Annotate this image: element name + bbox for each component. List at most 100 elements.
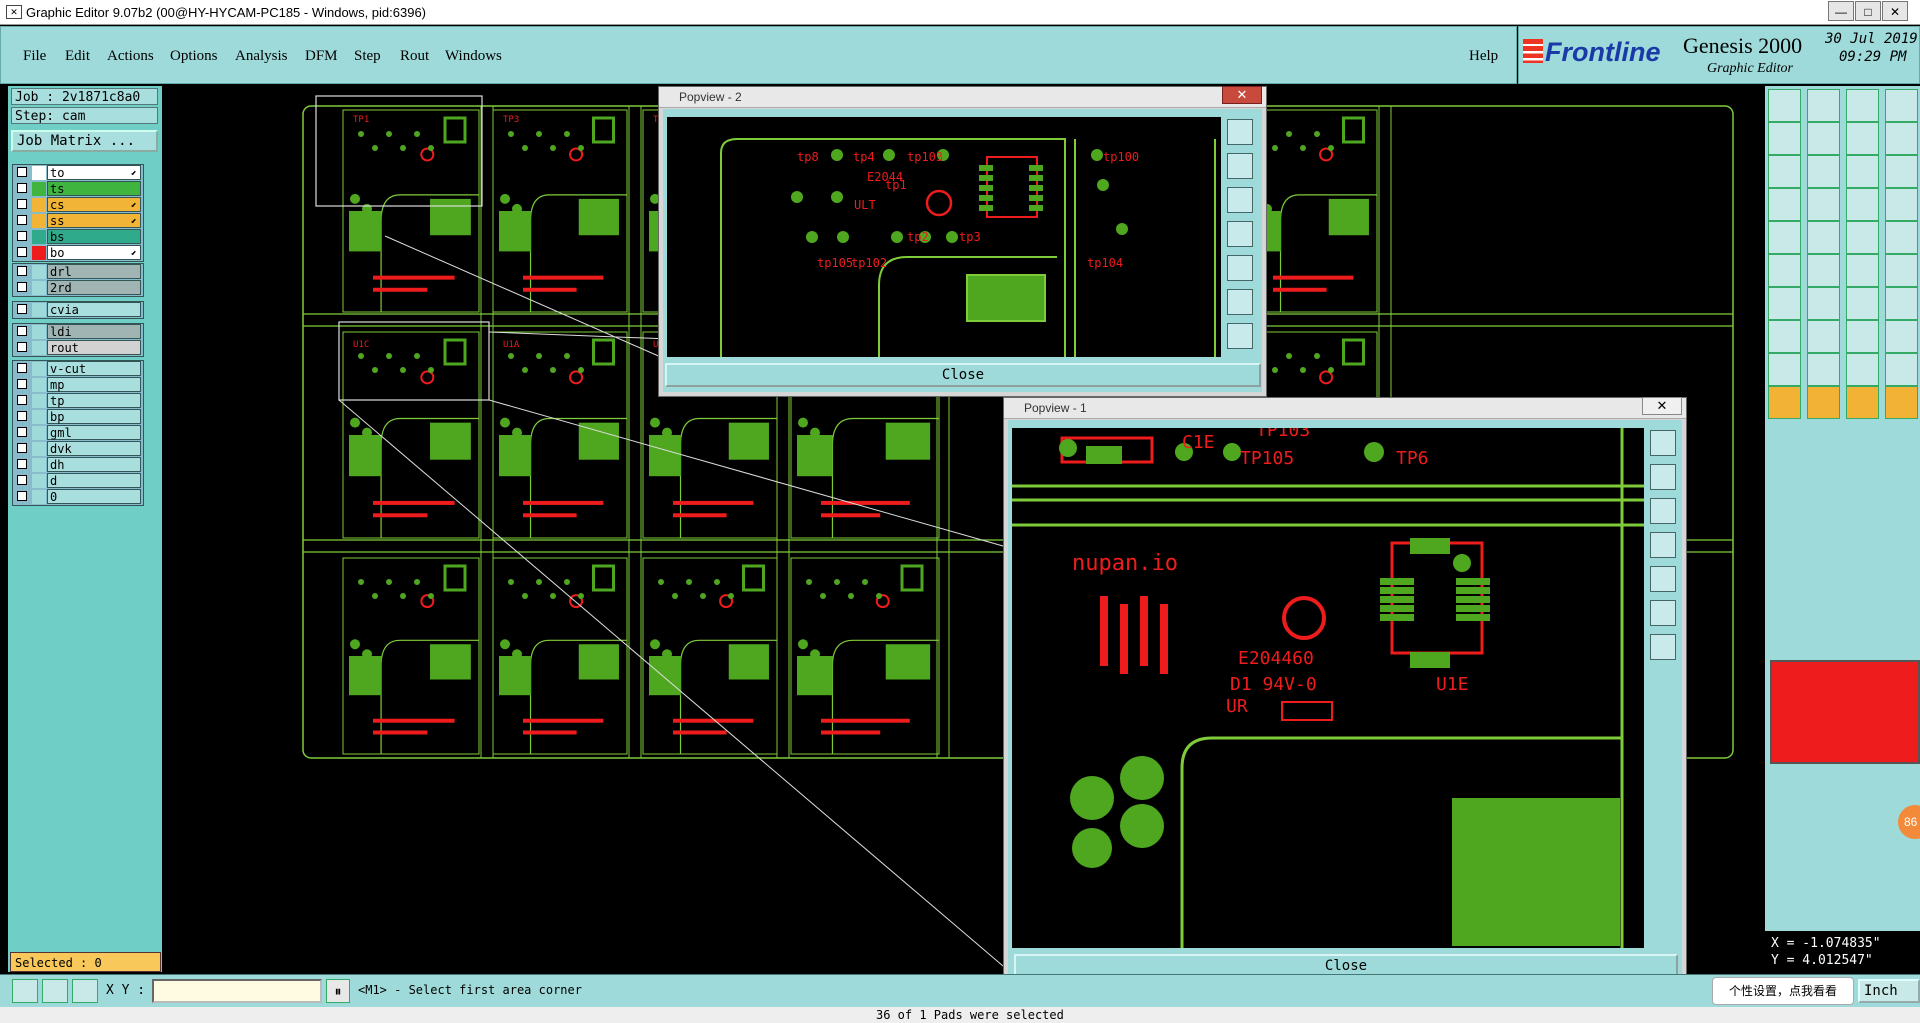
layer-row-dh[interactable]: dh — [13, 457, 143, 473]
layer-checkbox[interactable] — [17, 395, 27, 405]
measure-icon[interactable] — [1846, 320, 1879, 353]
layer-row-2rd[interactable]: 2rd — [13, 280, 143, 296]
layer-name[interactable]: v-cut — [47, 361, 141, 376]
ratio-icon[interactable] — [1846, 155, 1879, 188]
left-icon[interactable] — [1768, 122, 1801, 155]
zoom-out-icon[interactable] — [1227, 153, 1253, 179]
layer-checkbox[interactable] — [17, 475, 27, 485]
popview-2-close-button[interactable]: Close — [665, 363, 1261, 387]
layer-name[interactable]: dvk — [47, 441, 141, 456]
menu-windows[interactable]: Windows — [445, 48, 502, 65]
layer-checkbox[interactable] — [17, 443, 27, 453]
layer-checkbox[interactable] — [17, 167, 27, 177]
copy-icon[interactable] — [1885, 320, 1918, 353]
layer-name[interactable]: cvia — [47, 302, 141, 317]
layer-name[interactable]: rout — [47, 340, 141, 355]
drill-icon[interactable] — [1768, 320, 1801, 353]
query-icon[interactable] — [1885, 155, 1918, 188]
layer-checkbox[interactable] — [17, 326, 27, 336]
layer-name[interactable]: gml — [47, 425, 141, 440]
layer-name[interactable]: mp — [47, 377, 141, 392]
layer-row-v-cut[interactable]: v-cut — [13, 361, 143, 377]
pan-up-icon[interactable] — [1227, 187, 1253, 213]
popview-2-close-icon[interactable]: ✕ — [1222, 86, 1262, 104]
maximize-button[interactable]: □ — [1855, 1, 1881, 21]
layer-name[interactable]: ldi — [47, 324, 141, 339]
center-icon[interactable] — [1807, 155, 1840, 188]
zoom-out-icon[interactable] — [1650, 464, 1676, 490]
menu-file[interactable]: File — [23, 48, 46, 65]
snap-icon[interactable] — [1846, 122, 1879, 155]
cross-icon[interactable] — [1807, 254, 1840, 287]
layer-checkbox[interactable] — [17, 231, 27, 241]
minus-icon[interactable] — [1807, 320, 1840, 353]
unit-dropdown[interactable]: Inch — [1858, 979, 1920, 1003]
tooltip-bubble[interactable]: 个性设置，点我看看 — [1712, 977, 1854, 1005]
right-icon[interactable] — [1807, 122, 1840, 155]
layer-row-ss[interactable]: ss ⬋ — [13, 213, 143, 229]
net-icon[interactable] — [1846, 188, 1879, 221]
close-window-button[interactable]: ✕ — [1882, 1, 1908, 21]
layer-checkbox[interactable] — [17, 459, 27, 469]
pan-right-icon[interactable] — [1227, 255, 1253, 281]
layer-checkbox[interactable] — [17, 411, 27, 421]
pan-right-icon[interactable] — [1650, 566, 1676, 592]
diag-icon[interactable] — [1807, 287, 1840, 320]
xy-input[interactable] — [152, 979, 322, 1003]
layer-row-mp[interactable]: mp — [13, 377, 143, 393]
menu-analysis[interactable]: Analysis — [235, 48, 288, 65]
pan-up-icon[interactable] — [1650, 498, 1676, 524]
layer-row-gml[interactable]: gml — [13, 425, 143, 441]
minimize-button[interactable]: — — [1828, 1, 1854, 21]
home-icon[interactable] — [1846, 89, 1879, 122]
layer-row-cs[interactable]: cs ⬋ — [13, 197, 143, 213]
layer-name[interactable]: bp — [47, 409, 141, 424]
layer-name[interactable]: ss ⬋ — [47, 213, 141, 228]
layer-name[interactable]: dh — [47, 457, 141, 472]
layer-row-ldi[interactable]: ldi — [13, 324, 143, 340]
measure-icon[interactable] — [42, 979, 68, 1003]
job-matrix-button[interactable]: Job Matrix ... — [11, 130, 158, 152]
layer-name[interactable]: bo ⬋ — [47, 245, 141, 260]
pad-icon[interactable] — [1768, 221, 1801, 254]
layer-name[interactable]: bs — [47, 229, 141, 244]
fit-icon[interactable] — [1768, 155, 1801, 188]
layer-row-ts[interactable]: ts — [13, 181, 143, 197]
layer-row-cvia[interactable]: cvia — [13, 302, 143, 318]
layer-checkbox[interactable] — [17, 379, 27, 389]
layer-checkbox[interactable] — [17, 363, 27, 373]
open-icon[interactable] — [1768, 89, 1801, 122]
layer-checkbox[interactable] — [17, 266, 27, 276]
save-icon[interactable] — [1807, 89, 1840, 122]
layer-row-drl[interactable]: drl — [13, 264, 143, 280]
line-icon[interactable] — [1846, 221, 1879, 254]
menu-options[interactable]: Options — [170, 48, 218, 65]
popview-1-close-icon[interactable]: ✕ — [1642, 397, 1682, 415]
layer-checkbox[interactable] — [17, 282, 27, 292]
pointer-icon[interactable] — [1768, 386, 1801, 419]
pointer-plus-icon[interactable] — [1807, 386, 1840, 419]
arc-icon[interactable] — [1846, 254, 1879, 287]
route-icon[interactable] — [1885, 188, 1918, 221]
layer-row-0[interactable]: 0 — [13, 489, 143, 505]
peak-icon[interactable] — [1807, 353, 1840, 386]
fit-window-icon[interactable] — [1227, 323, 1253, 349]
layer-row-to[interactable]: to ⬋ — [13, 165, 143, 181]
circle-icon[interactable] — [1885, 221, 1918, 254]
polygon-icon[interactable] — [1807, 221, 1840, 254]
window-icon[interactable] — [1885, 89, 1918, 122]
wave-icon[interactable] — [1885, 353, 1918, 386]
menu-help[interactable]: Help — [1469, 48, 1498, 65]
layer-checkbox[interactable] — [17, 491, 27, 501]
layer-name[interactable]: drl — [47, 264, 141, 279]
fit-all-icon[interactable] — [1650, 600, 1676, 626]
pointer-move-icon[interactable] — [1885, 386, 1918, 419]
pointer-area-icon[interactable] — [1846, 386, 1879, 419]
curve-icon[interactable] — [1846, 287, 1879, 320]
layer-row-dvk[interactable]: dvk — [13, 441, 143, 457]
node-icon[interactable] — [1768, 254, 1801, 287]
connect-icon[interactable] — [1885, 254, 1918, 287]
layer-name[interactable]: ts — [47, 181, 141, 196]
layer-name[interactable]: 2rd — [47, 280, 141, 295]
layer-checkbox[interactable] — [17, 304, 27, 314]
